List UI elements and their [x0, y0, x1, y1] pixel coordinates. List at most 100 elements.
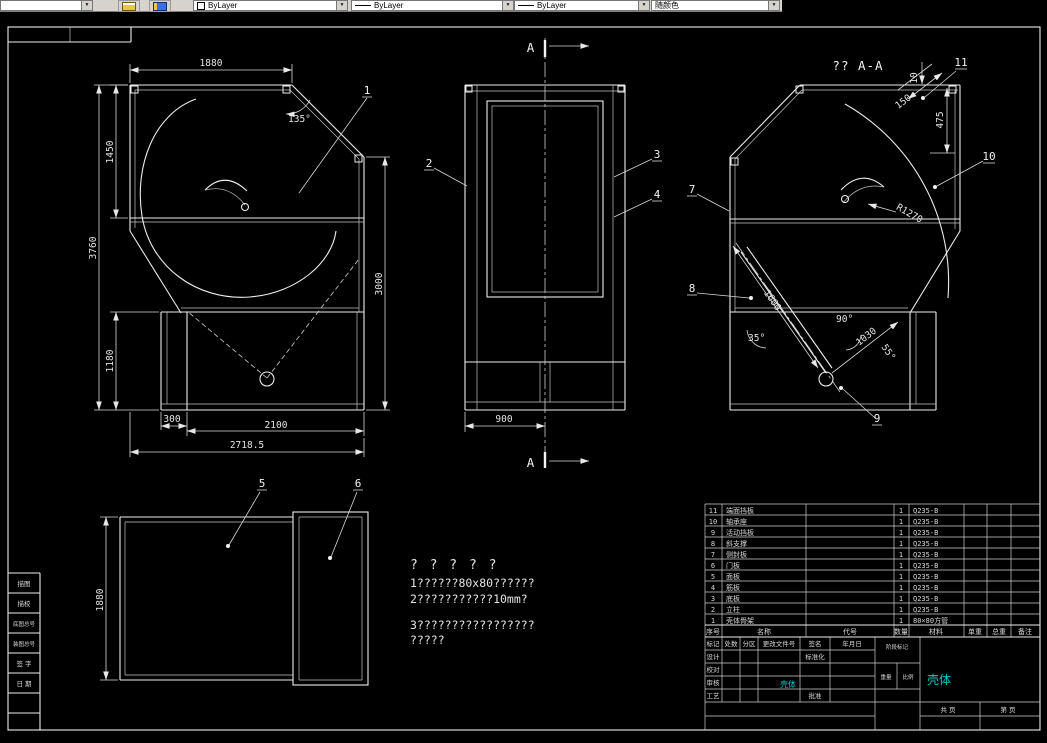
dim-1180: 1180 — [105, 349, 116, 372]
linetype-control-combo[interactable]: ByLayer ▼ — [351, 0, 514, 11]
strip-label: 装图总号 — [13, 640, 36, 648]
layer-color-icon — [153, 1, 167, 11]
chevron-down-icon[interactable]: ▼ — [638, 1, 649, 10]
svg-text:名称: 名称 — [757, 627, 771, 636]
notes-line-1: 1??????80x80?????? — [410, 576, 535, 590]
tb-label-page-no: 第 页 — [1000, 705, 1016, 714]
svg-text:1: 1 — [899, 562, 903, 570]
svg-text:1: 1 — [899, 595, 903, 603]
svg-text:Q235-B: Q235-B — [913, 529, 938, 537]
tb-label-standard: 标准化 — [805, 652, 825, 661]
tb-label-total-pages: 共 页 — [940, 705, 956, 714]
svg-text:1: 1 — [899, 507, 903, 515]
bom-table: 11 端面挡板 1 Q235-B 10 轴承座 1 Q235-B 9 活动挡板 1 Q235-B … — [704, 503, 1040, 730]
bom-header-row: 序号 名称 代号 数量 材料 单重 总重 备注 — [706, 627, 1032, 636]
dim-900: 900 — [495, 414, 512, 425]
dim-r1270: R1270 — [894, 202, 925, 226]
strip-label: 描图 — [18, 579, 31, 588]
dim-2100: 2100 — [265, 420, 288, 431]
strip-label: 签 字 — [16, 659, 32, 668]
leader-10: 10 — [982, 150, 995, 163]
bom-row: 2 立柱 1 Q235-B — [711, 605, 938, 614]
svg-text:数量: 数量 — [894, 627, 908, 636]
svg-text:Q235-B: Q235-B — [913, 551, 938, 559]
notes-line-3: 3????????????????? — [410, 618, 535, 632]
dim-angle-35: 35° — [748, 333, 765, 344]
section-mark-a-top: A — [527, 40, 536, 55]
tb-label: 签名 — [809, 639, 822, 648]
svg-text:壳体骨架: 壳体骨架 — [726, 616, 754, 625]
chevron-down-icon[interactable]: ▼ — [768, 1, 779, 10]
drawing-canvas[interactable]: 描图 描校 底图总号 装图总号 签 字 日 期 1880 135° 1 1450… — [0, 0, 1047, 743]
chevron-down-icon[interactable]: ▼ — [81, 1, 92, 10]
dim-300: 300 — [163, 414, 180, 425]
linetype-sample-icon — [355, 5, 371, 6]
tb-label: 年月日 — [842, 639, 862, 648]
color-control-combo[interactable]: ByLayer ▼ — [193, 0, 348, 11]
svg-text:11: 11 — [709, 507, 717, 515]
color-control-value: ByLayer — [208, 1, 238, 10]
svg-text:总重: 总重 — [992, 627, 1006, 636]
svg-text:Q235-B: Q235-B — [913, 584, 938, 592]
lineweight-control-value: ByLayer — [537, 1, 567, 10]
notes-line-2: 2???????????10mm? — [410, 592, 528, 606]
tb-label: 分区 — [743, 639, 757, 648]
bottom-view: 1880 5 6 — [95, 477, 369, 686]
svg-text:1: 1 — [899, 529, 903, 537]
chevron-down-icon[interactable]: ▼ — [336, 1, 347, 10]
linetype-control-value: ByLayer — [374, 1, 404, 10]
leader-7: 7 — [689, 183, 696, 196]
dim-1450: 1450 — [105, 140, 116, 163]
dim-1880-top: 1880 — [200, 58, 223, 69]
dim-2718-5: 2718.5 — [230, 440, 264, 451]
svg-text:1: 1 — [899, 584, 903, 592]
tb-label-weight: 重量 — [880, 673, 892, 681]
svg-text:立柱: 立柱 — [726, 605, 740, 614]
bom-row: 6 门板 1 Q235-B — [711, 561, 938, 570]
lineweight-control-combo[interactable]: ByLayer ▼ — [514, 0, 650, 11]
section-mark-a-bottom: A — [527, 455, 536, 470]
dim-3760: 3760 — [88, 236, 99, 259]
svg-text:筋板: 筋板 — [726, 583, 740, 592]
leader-3: 3 — [654, 148, 661, 161]
leader-5: 5 — [259, 477, 266, 490]
svg-text:80×80方管: 80×80方管 — [913, 616, 948, 625]
plotstyle-control-combo[interactable]: 随颜色 ▼ — [651, 0, 780, 11]
svg-text:5: 5 — [711, 573, 715, 581]
svg-text:门板: 门板 — [726, 561, 740, 570]
chevron-down-icon[interactable]: ▼ — [502, 1, 513, 10]
svg-text:10: 10 — [709, 518, 717, 526]
tb-label-approve: 批准 — [809, 691, 823, 700]
svg-text:9: 9 — [711, 529, 715, 537]
section-view: ?? A-A 1600 1030 90° 35° 55° R1270 150 1… — [687, 56, 996, 426]
svg-text:1: 1 — [899, 518, 903, 526]
toolbar-combo-partial[interactable]: ▼ — [0, 0, 93, 11]
leader-11: 11 — [954, 56, 967, 69]
bom-row: 5 面板 1 Q235-B — [711, 572, 938, 581]
color-swatch-icon — [197, 1, 205, 10]
layers-icon — [122, 1, 136, 11]
svg-text:7: 7 — [711, 551, 715, 559]
leader-1: 1 — [364, 84, 371, 97]
leader-6: 6 — [355, 477, 362, 490]
dim-1600: 1600 — [761, 288, 783, 313]
layers-button[interactable] — [118, 0, 140, 12]
layer-color-button[interactable] — [149, 0, 171, 12]
tb-label-design: 设计 — [707, 652, 721, 661]
bom-row: 3 底板 1 Q235-B — [711, 594, 938, 603]
svg-text:1: 1 — [899, 573, 903, 581]
section-title: ?? A-A — [832, 58, 883, 73]
svg-text:侧封板: 侧封板 — [726, 550, 747, 559]
svg-text:代号: 代号 — [843, 627, 857, 636]
svg-text:8: 8 — [711, 540, 715, 548]
tb-label-audit: 审核 — [707, 678, 721, 687]
tb-label: 处数 — [725, 639, 739, 648]
bom-row: 11 端面挡板 1 Q235-B — [709, 506, 939, 515]
leader-2: 2 — [426, 157, 433, 170]
svg-text:3: 3 — [711, 595, 715, 603]
notes-line-4: ????? — [410, 633, 445, 647]
dim-angle-55: 55° — [879, 342, 898, 362]
svg-text:端面挡板: 端面挡板 — [726, 506, 754, 515]
leader-8: 8 — [689, 282, 696, 295]
dim-1030: 1030 — [854, 325, 879, 348]
